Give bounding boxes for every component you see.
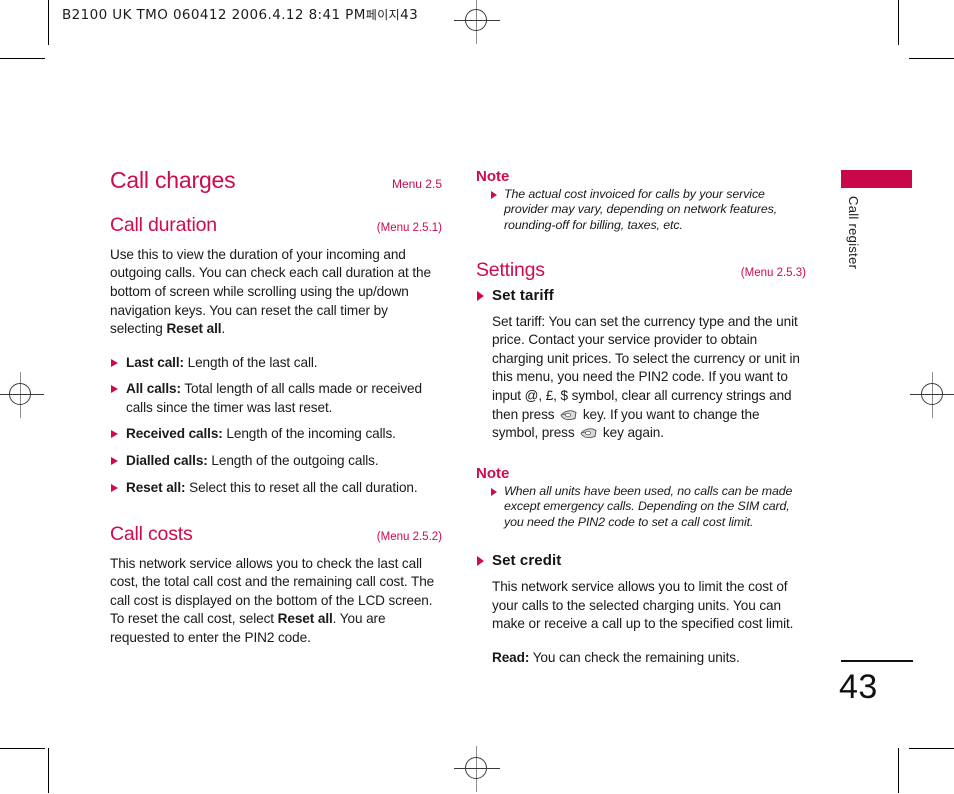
- margin-tab-label: Call register: [846, 196, 861, 270]
- set-credit-read-text: You can check the remaining units.: [529, 649, 740, 665]
- call-duration-body-bold: Reset all: [166, 321, 222, 337]
- set-tariff-subheading-label: Set tariff: [492, 286, 554, 304]
- left-column: Call charges Menu 2.5 Call duration (Men…: [110, 167, 442, 648]
- note-block-1: Note The actual cost invoiced for calls …: [476, 168, 806, 233]
- bullet-triangle-icon: [491, 191, 497, 199]
- list-item-label: Received calls:: [126, 426, 223, 442]
- set-credit-read-label: Read:: [492, 649, 530, 665]
- manual-page: Call charges Menu 2.5 Call duration (Men…: [0, 0, 954, 794]
- set-tariff-body: Set tariff: You can set the currency typ…: [476, 313, 806, 443]
- list-item-text: Length of the incoming calls.: [222, 426, 396, 442]
- clear-key-icon: [560, 408, 577, 420]
- note-title: Note: [476, 464, 510, 482]
- folio-rule: [841, 660, 913, 662]
- list-item-text: Length of the last call.: [183, 354, 318, 370]
- note-block-2: Note When all units have been used, no c…: [476, 465, 806, 530]
- list-item-label: Dialled calls:: [126, 453, 208, 469]
- call-costs-body-part1: This network service allows you to check…: [110, 555, 435, 627]
- note-list: The actual cost invoiced for calls by yo…: [476, 187, 806, 233]
- set-credit-read-line: Read: You can check the remaining units.: [476, 649, 806, 668]
- clear-key-icon: [580, 426, 597, 439]
- call-duration-body: Use this to view the duration of your in…: [110, 246, 442, 339]
- call-charges-heading-row: Call charges Menu 2.5: [110, 167, 442, 193]
- page-title: Call charges: [110, 167, 236, 193]
- list-item-label: Reset all:: [126, 479, 186, 495]
- bullet-triangle-icon: [111, 483, 118, 492]
- list-item-text: Select this to reset all the call durati…: [185, 479, 418, 495]
- bullet-triangle-icon: [111, 430, 118, 439]
- set-credit-subheading: Set credit: [476, 552, 806, 569]
- call-costs-menu-tag: (Menu 2.5.2): [376, 531, 442, 544]
- list-item: Reset all: Select this to reset all the …: [110, 479, 442, 498]
- set-credit-body: This network service allows you to limit…: [492, 579, 794, 632]
- list-item: All calls: Total length of all calls mad…: [110, 380, 442, 417]
- call-charges-menu-tag: Menu 2.5: [391, 177, 442, 191]
- call-duration-body-text: Use this to view the duration of your in…: [110, 246, 431, 337]
- call-duration-body-tail: .: [221, 321, 226, 337]
- call-duration-heading-row: Call duration (Menu 2.5.1): [110, 214, 442, 237]
- note-item-text: When all units have been used, no calls …: [504, 483, 793, 529]
- list-item-text: Length of the outgoing calls.: [207, 453, 379, 469]
- settings-heading-row: Settings (Menu 2.5.3): [476, 259, 806, 282]
- margin-tab-bar: [841, 170, 912, 188]
- list-item-label: Last call:: [126, 354, 184, 370]
- right-column: Note The actual cost invoiced for calls …: [476, 168, 806, 667]
- note-list: When all units have been used, no calls …: [476, 484, 806, 530]
- bullet-triangle-icon: [491, 487, 497, 496]
- bullet-triangle-icon: [111, 358, 118, 367]
- list-item: Received calls: Length of the incoming c…: [110, 425, 442, 444]
- list-item-label: All calls:: [126, 381, 181, 397]
- set-tariff-body-part3: key again.: [599, 425, 664, 441]
- set-tariff-subheading: Set tariff: [476, 287, 806, 304]
- call-costs-body-bold: Reset all: [277, 611, 333, 627]
- call-duration-heading: Call duration: [110, 214, 217, 237]
- note-item-text: The actual cost invoiced for calls by yo…: [504, 187, 778, 232]
- settings-menu-tag: (Menu 2.5.3): [740, 267, 806, 280]
- list-item: Last call: Length of the last call.: [110, 354, 442, 373]
- note-title: Note: [476, 168, 510, 185]
- bullet-triangle-icon: [111, 457, 118, 466]
- call-duration-list: Last call: Length of the last call. All …: [110, 354, 442, 498]
- call-costs-heading-row: Call costs (Menu 2.5.2): [110, 523, 442, 546]
- bullet-triangle-icon: [111, 385, 118, 394]
- set-credit-subheading-label: Set credit: [492, 552, 562, 570]
- call-costs-heading: Call costs: [110, 523, 193, 546]
- bullet-triangle-icon: [477, 290, 484, 301]
- list-item: Dialled calls: Length of the outgoing ca…: [110, 452, 442, 471]
- call-costs-body: This network service allows you to check…: [110, 555, 442, 648]
- bullet-triangle-icon: [477, 556, 484, 567]
- note-item: The actual cost invoiced for calls by yo…: [490, 187, 806, 233]
- page-number: 43: [839, 668, 878, 706]
- settings-heading: Settings: [476, 259, 545, 282]
- set-tariff-body-part1: Set tariff: You can set the currency typ…: [492, 313, 800, 422]
- note-item: When all units have been used, no calls …: [490, 484, 806, 530]
- call-duration-menu-tag: (Menu 2.5.1): [376, 222, 442, 235]
